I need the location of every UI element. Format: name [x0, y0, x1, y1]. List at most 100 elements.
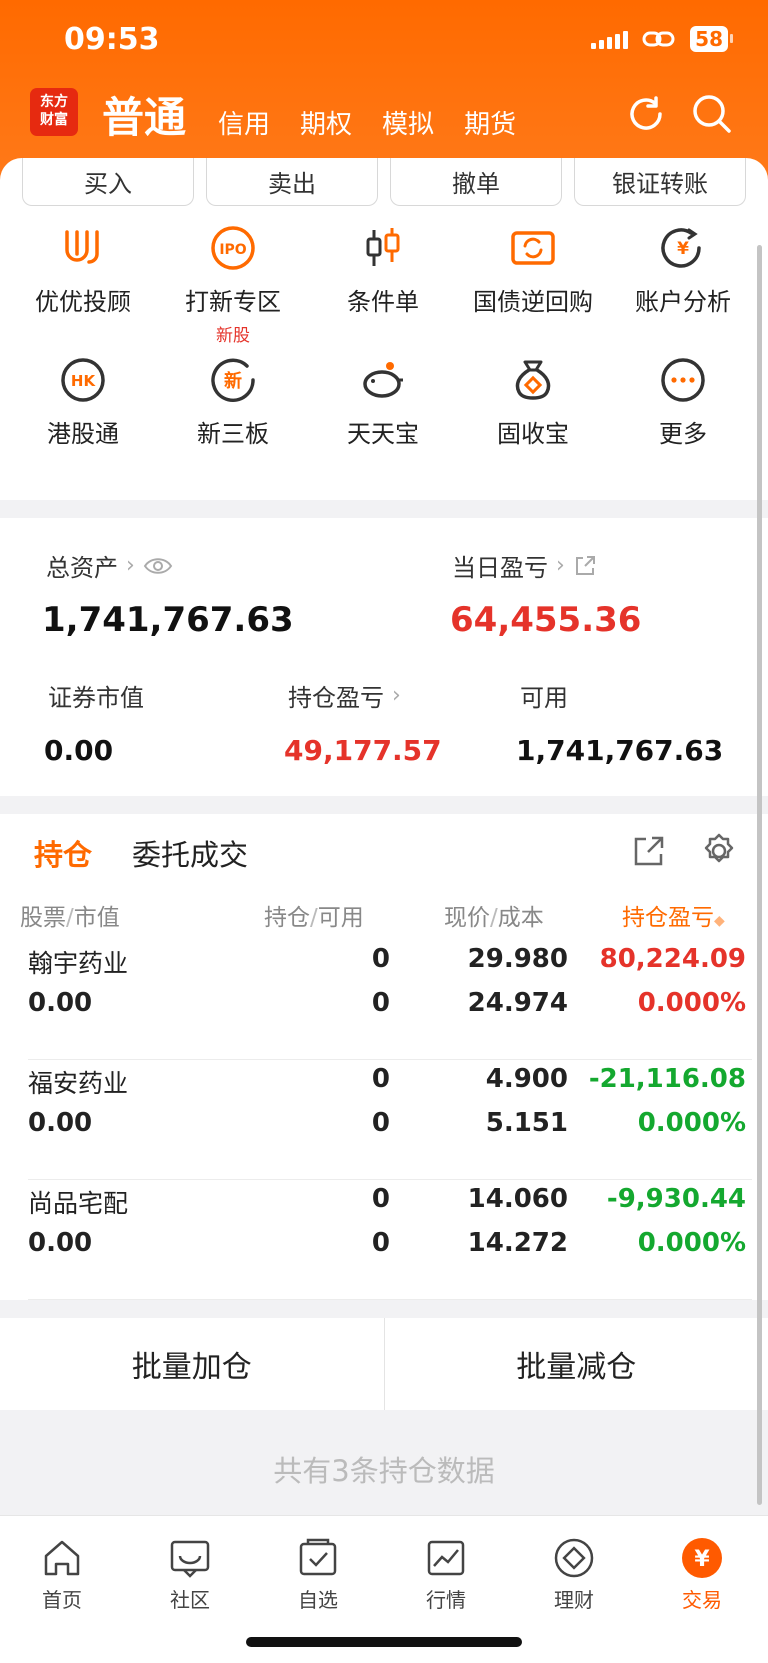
home-indicator [246, 1637, 522, 1647]
grid-item-ipo[interactable]: IPO 打新专区 新股 [158, 224, 308, 346]
column-header-pnl[interactable]: 持仓盈亏◆ [622, 898, 725, 932]
tab-label: 理财 [554, 1588, 594, 1612]
tab-futures[interactable]: 期货 [464, 104, 516, 145]
available-value: 1,741,767.63 [516, 734, 724, 767]
batch-actions: 批量加仓 批量减仓 [0, 1318, 768, 1410]
svg-text:HK: HK [71, 372, 97, 390]
share-icon[interactable] [632, 834, 666, 868]
grid-label: 天天宝 [347, 420, 419, 448]
search-icon[interactable] [690, 92, 734, 136]
grid-item-neeq[interactable]: 新 新三板 [158, 356, 308, 449]
refresh-icon[interactable] [624, 92, 668, 136]
logo-text-1: 东方 [40, 94, 68, 110]
batch-reduce-button[interactable]: 批量减仓 [385, 1318, 768, 1410]
position-pnl-pct: 0.000% [637, 988, 746, 1018]
tab-orders[interactable]: 委托成交 [132, 832, 248, 874]
grid-item-account-analysis[interactable]: ¥ 账户分析 [608, 224, 758, 317]
tab-wealth[interactable]: 理财 [524, 1536, 624, 1613]
batch-add-button[interactable]: 批量加仓 [0, 1318, 384, 1410]
cost-price: 14.272 [467, 1228, 568, 1258]
column-header-stock: 股票/市值 [20, 905, 120, 931]
total-assets-label[interactable]: 总资产 › [46, 548, 173, 583]
eye-icon[interactable] [143, 556, 173, 576]
link-icon [642, 31, 675, 47]
battery-indicator: 58 [690, 26, 733, 52]
grid-item-uu-advisor[interactable]: 优优投顾 [8, 224, 158, 317]
tab-market[interactable]: 行情 [396, 1536, 496, 1613]
cost-price: 24.974 [467, 988, 568, 1018]
tab-community[interactable]: 社区 [140, 1536, 240, 1613]
external-link-icon[interactable] [573, 554, 597, 578]
column-header-price: 现价/成本 [444, 905, 544, 931]
wealth-icon [554, 1538, 594, 1578]
svg-text:IPO: IPO [219, 242, 246, 258]
table-row[interactable]: 福安药业 0.00 0 0 4.900 5.151 -21,116.08 0.000% [0, 1060, 768, 1180]
stock-market-value: 0.00 [28, 1108, 93, 1138]
sell-button[interactable]: 卖出 [206, 158, 378, 206]
grid-item-hk-connect[interactable]: HK 港股通 [8, 356, 158, 449]
available-text: 可用 [520, 684, 568, 712]
market-value: 0.00 [44, 734, 114, 767]
position-pnl: -21,116.08 [588, 1064, 746, 1094]
logo-text-2: 财富 [40, 112, 68, 128]
holding-qty: 0 [371, 944, 390, 974]
quick-actions: 买入 卖出 撤单 银证转账 [22, 158, 746, 206]
col-cost: 成本 [497, 905, 544, 931]
grid-item-more[interactable]: 更多 [608, 356, 758, 449]
tab-label: 首页 [42, 1588, 82, 1612]
tab-watchlist[interactable]: 自选 [268, 1536, 368, 1613]
new-stock-badge: 新股 [216, 326, 250, 346]
condition-order-icon [366, 228, 400, 266]
tab-simulated[interactable]: 模拟 [382, 104, 434, 145]
settings-gear-icon[interactable] [700, 832, 738, 870]
grid-item-bond-repo[interactable]: 国债逆回购 [458, 224, 608, 317]
col-market-value: 市值 [73, 905, 120, 931]
account-tabs: 普通 信用 期权 模拟 期货 [102, 84, 546, 145]
tab-credit[interactable]: 信用 [218, 104, 270, 145]
total-assets-text: 总资产 [46, 554, 118, 582]
row-divider [28, 1299, 752, 1300]
position-pnl-pct: 0.000% [637, 1228, 746, 1258]
account-analysis-icon: ¥ [661, 228, 701, 268]
tab-trade[interactable]: ¥ 交易 [652, 1536, 752, 1613]
holding-qty: 0 [371, 1064, 390, 1094]
status-time: 09:53 [64, 22, 160, 57]
position-pnl-pct: 0.000% [637, 1108, 746, 1138]
tab-normal[interactable]: 普通 [102, 84, 186, 145]
tab-positions[interactable]: 持仓 [34, 832, 92, 874]
daily-pnl-value: 64,455.36 [450, 600, 642, 640]
money-bag-icon [515, 360, 551, 400]
tab-home[interactable]: 首页 [12, 1536, 112, 1613]
scrollbar[interactable] [757, 245, 762, 1505]
uu-advisor-icon [65, 230, 99, 264]
hk-connect-icon: HK [61, 358, 105, 402]
more-icon [661, 358, 705, 402]
status-icons: 58 [591, 26, 733, 52]
tab-label: 交易 [682, 1588, 722, 1612]
table-row[interactable]: 尚品宅配 0.00 0 0 14.060 14.272 -9,930.44 0.000% [0, 1180, 768, 1300]
sort-icon: ◆ [714, 913, 725, 929]
chevron-right-icon: › [556, 553, 565, 578]
holding-pnl-text: 持仓盈亏 [288, 684, 384, 712]
available-qty: 0 [371, 1228, 390, 1258]
function-card: 买入 卖出 撤单 银证转账 优优投顾 IPO 打新专区 新股 条件单 国债逆回购… [0, 158, 768, 500]
daily-pnl-label[interactable]: 当日盈亏 › [452, 548, 597, 583]
table-row[interactable]: 翰宇药业 0.00 0 0 29.980 24.974 80,224.09 0.000% [0, 940, 768, 1060]
market-value-label: 证券市值 [48, 678, 144, 713]
positions-card: 持仓 委托成交 股票/市值 持仓/可用 现价/成本 持仓盈亏◆ 翰宇药业 0.00… [0, 814, 768, 1300]
col-price: 现价 [444, 905, 490, 931]
grid-item-condition-order[interactable]: 条件单 [308, 224, 458, 317]
grid-item-tiantianbao[interactable]: 天天宝 [308, 356, 458, 449]
positions-count-note: 共有3条持仓数据 [273, 1454, 495, 1488]
tab-options[interactable]: 期权 [300, 104, 352, 145]
signal-icon [591, 29, 629, 49]
grid-item-fixed-income[interactable]: 固收宝 [458, 356, 608, 449]
grid-label: 国债逆回购 [473, 288, 593, 316]
current-price: 4.900 [485, 1064, 568, 1094]
tab-label: 社区 [170, 1588, 210, 1612]
holding-pnl-label[interactable]: 持仓盈亏 › [288, 678, 401, 713]
stock-name: 福安药业 [28, 1069, 129, 1098]
bank-transfer-button[interactable]: 银证转账 [574, 158, 746, 206]
cancel-order-button[interactable]: 撤单 [390, 158, 562, 206]
buy-button[interactable]: 买入 [22, 158, 194, 206]
